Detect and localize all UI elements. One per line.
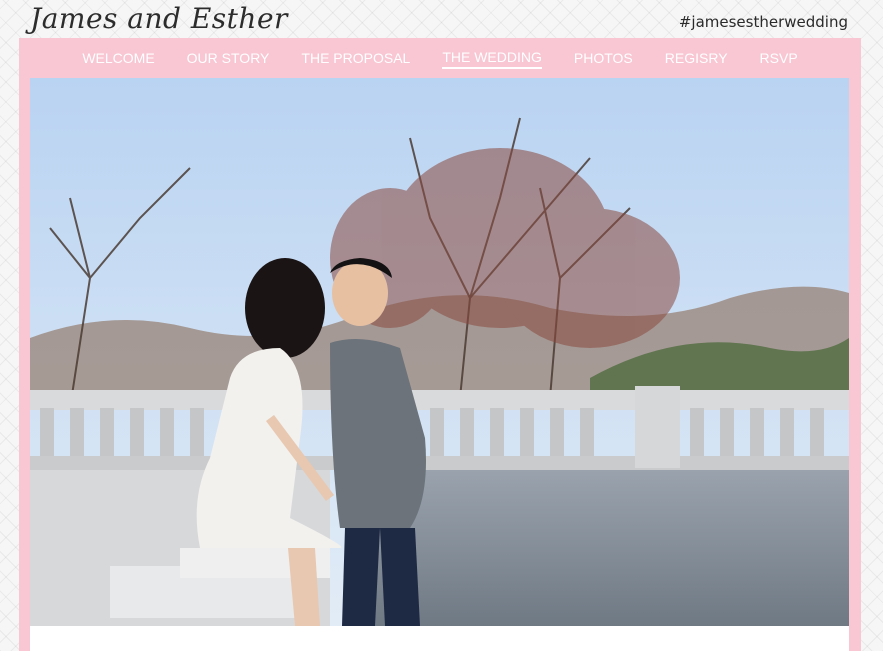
hero-photo-illustration — [30, 78, 849, 626]
nav-item-the-wedding[interactable]: THE WEDDING — [442, 48, 542, 69]
nav-item-rsvp[interactable]: RSVP — [744, 49, 814, 67]
hashtag-text: #jamesestherwedding — [678, 13, 848, 31]
nav-item-the-proposal[interactable]: THE PROPOSAL — [285, 49, 426, 67]
site-header: James and Esther #jamesestherwedding — [0, 0, 883, 38]
main-nav: WELCOME OUR STORY THE PROPOSAL THE WEDDI… — [19, 38, 861, 78]
nav-item-registry[interactable]: REGISRY — [649, 49, 744, 67]
nav-item-welcome[interactable]: WELCOME — [66, 49, 170, 67]
content-area — [30, 626, 849, 651]
nav-item-our-story[interactable]: OUR STORY — [171, 49, 286, 67]
site-logo[interactable]: James and Esther — [30, 2, 288, 35]
hero-photo — [30, 78, 849, 626]
nav-item-photos[interactable]: PHOTOS — [558, 49, 649, 67]
